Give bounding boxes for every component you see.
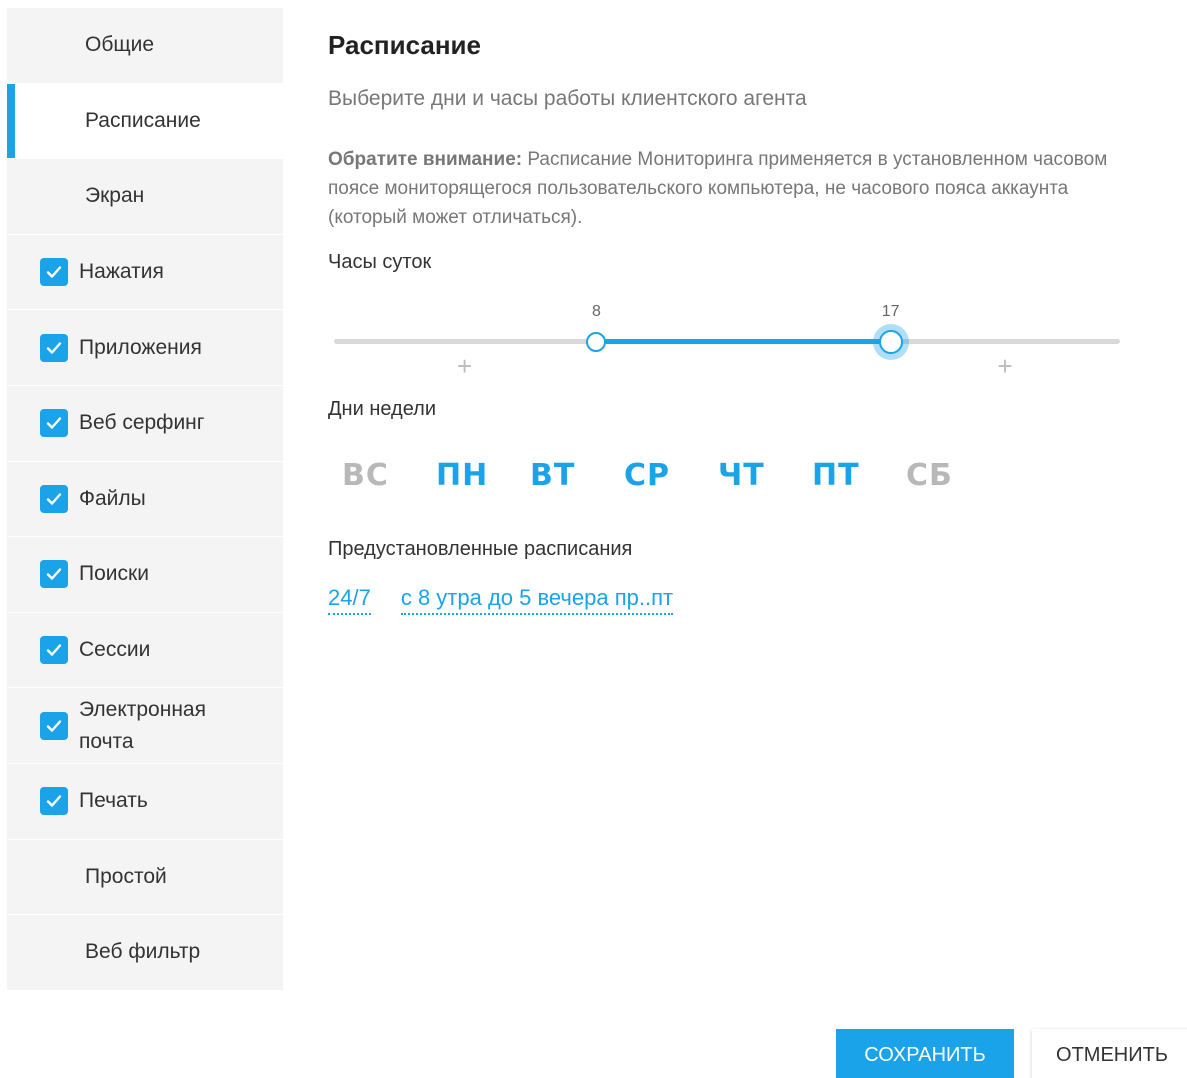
sidebar-item-email[interactable]: Электронная почта	[7, 688, 283, 764]
note-bold-label: Обратите внимание:	[328, 149, 523, 170]
sidebar-item-label: Сессии	[79, 638, 151, 662]
sidebar-item-searches[interactable]: Поиски	[7, 537, 283, 613]
day-toggle-thu[interactable]: ЧТ	[718, 458, 812, 493]
sidebar-item-web-surfing[interactable]: Веб серфинг	[7, 385, 283, 462]
checkbox-checked-icon[interactable]	[40, 484, 68, 513]
day-toggle-fri[interactable]: ПТ	[812, 458, 906, 493]
day-toggle-mon[interactable]: ПН	[436, 458, 530, 493]
slider-end-value: 17	[881, 303, 900, 320]
presets-label: Предустановленные расписания	[328, 538, 633, 560]
sidebar-item-sessions[interactable]: Сессии	[7, 612, 283, 689]
save-button[interactable]: СОХРАНИТЬ	[836, 1029, 1014, 1078]
sidebar-item-keystrokes[interactable]: Нажатия	[7, 234, 283, 311]
day-toggle-tue[interactable]: ВТ	[530, 458, 624, 493]
sidebar-item-idle[interactable]: Простой	[7, 839, 283, 916]
page-title: Расписание	[328, 30, 481, 60]
sidebar-item-label: Простой	[85, 864, 167, 888]
sidebar-item-schedule[interactable]: Расписание	[7, 83, 283, 160]
day-toggle-wed[interactable]: СР	[624, 458, 718, 493]
hours-label: Часы суток	[328, 251, 432, 273]
sidebar-item-screen[interactable]: Экран	[7, 159, 283, 235]
slider-start-handle[interactable]	[586, 332, 606, 352]
sidebar-item-label: Поиски	[79, 562, 149, 586]
sidebar-item-printing[interactable]: Печать	[7, 763, 283, 840]
sidebar-item-label: Печать	[79, 789, 148, 813]
checkbox-checked-icon[interactable]	[40, 409, 68, 438]
sidebar-item-label: Электронная почта	[79, 697, 206, 753]
settings-sidebar: Общие Расписание Экран Нажатия Приложени…	[7, 8, 283, 991]
sidebar-item-web-filter[interactable]: Веб фильтр	[7, 915, 283, 991]
checkbox-checked-icon[interactable]	[40, 711, 68, 740]
sidebar-item-label: Расписание	[85, 108, 201, 132]
checkbox-checked-icon[interactable]	[40, 560, 68, 589]
sidebar-item-label: Файлы	[79, 486, 146, 510]
sidebar-item-label: Веб фильтр	[85, 940, 201, 964]
day-toggle-sat[interactable]: СБ	[906, 458, 1000, 493]
sidebar-item-label: Общие	[85, 33, 155, 57]
sidebar-item-general[interactable]: Общие	[7, 8, 283, 84]
preset-links: 24/7 с 8 утра до 5 вечера пр..пт	[328, 585, 703, 615]
days-label: Дни недели	[328, 398, 437, 420]
sidebar-item-applications[interactable]: Приложения	[7, 310, 283, 386]
sidebar-item-label: Экран	[85, 184, 145, 208]
timezone-note: Обратите внимание: Расписание Мониторинг…	[328, 145, 1128, 232]
checkbox-checked-icon[interactable]	[40, 636, 68, 665]
checkbox-checked-icon[interactable]	[40, 333, 68, 362]
preset-workdays-link[interactable]: с 8 утра до 5 вечера пр..пт	[400, 585, 674, 615]
sidebar-item-label: Приложения	[79, 335, 202, 359]
slider-end-handle[interactable]	[878, 330, 903, 354]
slider-start-value: 8	[592, 303, 601, 320]
page-subtitle: Выберите дни и часы работы клиентского а…	[328, 87, 807, 110]
cancel-button[interactable]: ОТМЕНИТЬ	[1032, 1029, 1187, 1078]
weekday-toggles: ВС ПН ВТ СР ЧТ ПТ СБ	[342, 458, 1000, 493]
sidebar-item-files[interactable]: Файлы	[7, 461, 283, 538]
add-range-left-icon[interactable]: +	[457, 353, 472, 379]
day-toggle-sun[interactable]: ВС	[342, 458, 436, 493]
hours-range-slider[interactable]: 8 17 + +	[334, 300, 1120, 380]
preset-24-7-link[interactable]: 24/7	[328, 585, 371, 615]
add-range-right-icon[interactable]: +	[997, 353, 1012, 379]
checkbox-checked-icon[interactable]	[40, 787, 68, 816]
checkbox-checked-icon[interactable]	[40, 258, 68, 287]
sidebar-item-label: Веб серфинг	[79, 411, 205, 435]
slider-selected-range	[596, 339, 891, 344]
sidebar-item-label: Нажатия	[79, 260, 164, 284]
